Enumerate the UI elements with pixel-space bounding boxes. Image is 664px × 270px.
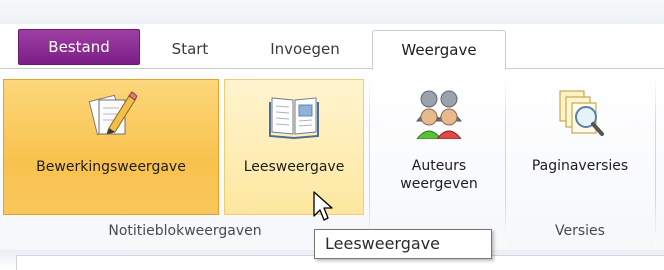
tab-view[interactable]: Weergave <box>372 30 506 70</box>
edit-view-button[interactable]: Bewerkingsweergave <box>3 79 219 215</box>
mouse-cursor-icon <box>313 191 333 221</box>
magnify-pages-icon <box>559 90 604 136</box>
pencil-pages-icon <box>88 91 137 136</box>
show-authors-button[interactable]: Auteurs weergeven <box>376 79 502 215</box>
group-separator <box>369 77 370 247</box>
group-label-notebook-views: Notitieblokweergaven <box>108 223 262 239</box>
read-view-label: Leesweergave <box>243 159 345 175</box>
tab-insert[interactable]: Invoegen <box>250 32 360 69</box>
open-book-icon <box>269 97 319 140</box>
group-separator <box>505 77 506 247</box>
people-icon <box>415 90 463 139</box>
tab-start[interactable]: Start <box>155 32 225 69</box>
show-authors-label-line2: weergeven <box>400 176 478 192</box>
page-versions-label: Paginaversies <box>531 158 629 174</box>
edit-view-label: Bewerkingsweergave <box>36 159 186 175</box>
ribbon-panel: Bewerkingsweergave Leesweergave Notitieb… <box>0 68 664 254</box>
ribbon-tab-row: Bestand Start Invoegen Weergave <box>0 24 664 70</box>
group-label-versions: Versies <box>555 223 605 239</box>
window-top-strip <box>0 0 664 24</box>
show-authors-label: Auteurs weergeven <box>376 157 502 193</box>
tab-file[interactable]: Bestand <box>18 29 140 65</box>
tooltip: Leesweergave <box>314 229 492 259</box>
read-view-button[interactable]: Leesweergave <box>224 79 364 215</box>
page-versions-button[interactable]: Paginaversies <box>508 79 652 215</box>
group-separator <box>655 77 656 247</box>
show-authors-label-line1: Auteurs <box>411 158 467 174</box>
